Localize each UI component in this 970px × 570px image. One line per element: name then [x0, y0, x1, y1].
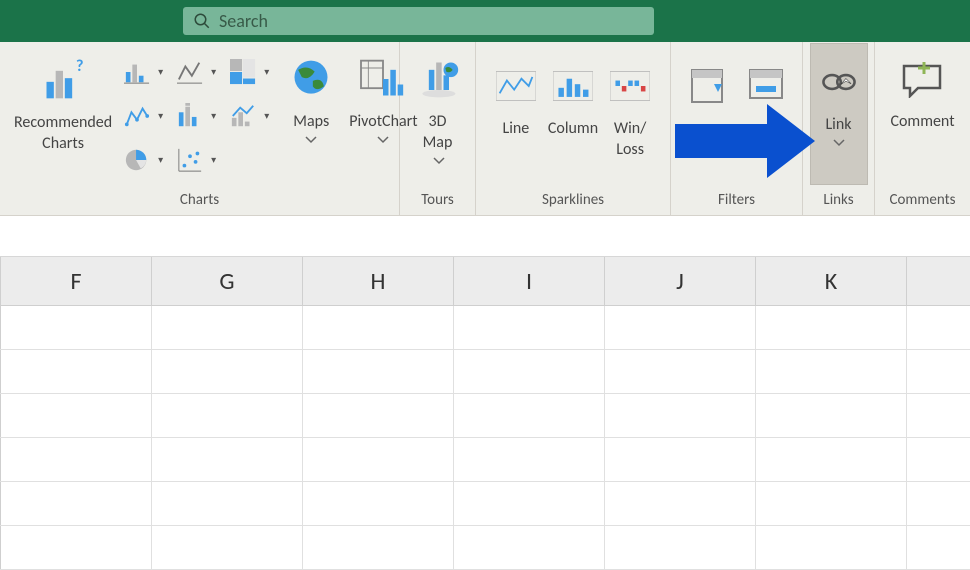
sparkline-winloss-label: Win/ Loss	[614, 118, 647, 160]
search-icon	[193, 12, 211, 30]
grid-row	[0, 350, 970, 394]
hierarchy-chart-icon	[230, 59, 256, 85]
insert-pie-chart-button[interactable]: ▾	[124, 142, 163, 178]
maps-label: Maps	[293, 111, 329, 132]
timeline-button[interactable]	[742, 50, 790, 178]
slicer-button[interactable]	[684, 50, 732, 178]
col-header[interactable]: L	[907, 257, 970, 305]
search-box[interactable]: Search	[183, 7, 654, 35]
sparklines-group-label: Sparklines	[476, 185, 670, 215]
waterfall-chart-icon	[124, 103, 150, 129]
sparkline-column-label: Column	[548, 118, 598, 139]
grid-row	[0, 438, 970, 482]
col-header[interactable]: F	[1, 257, 152, 305]
sparkline-line-button[interactable]: Line	[492, 50, 540, 178]
comment-label: Comment	[890, 111, 954, 132]
recommended-charts-icon: ?	[41, 58, 85, 102]
globe-icon	[289, 57, 333, 101]
recommended-charts-label: Recommended Charts	[14, 112, 112, 154]
chart-types-grid: ▾ ▾ ▾ ▾ ▾ ▾ ▾	[120, 50, 281, 178]
col-header[interactable]: H	[303, 257, 454, 305]
recommended-charts-button[interactable]: ? Recommended Charts	[6, 44, 120, 184]
group-sparklines: Line Column Win/ Loss Sparklines	[476, 42, 671, 215]
3d-map-icon	[416, 57, 460, 101]
insert-combo-chart-button[interactable]: ▾	[230, 98, 269, 134]
col-header[interactable]: J	[605, 257, 756, 305]
title-bar: Search	[0, 0, 970, 42]
group-charts: ? Recommended Charts ▾ ▾ ▾ ▾	[0, 42, 400, 215]
comments-group-label: Comments	[875, 185, 970, 215]
sparkline-column-button[interactable]: Column	[544, 50, 602, 178]
pie-chart-icon	[124, 147, 150, 173]
sparkline-column-icon	[553, 70, 593, 102]
tours-group-label: Tours	[400, 185, 475, 215]
comment-button[interactable]: Comment	[882, 43, 962, 185]
insert-line-chart-button[interactable]: ▾	[177, 54, 216, 90]
column-header-row: F G H I J K L	[0, 256, 970, 306]
slicer-icon	[688, 66, 728, 106]
sparkline-winloss-button[interactable]: Win/ Loss	[606, 50, 654, 178]
insert-scatter-chart-button[interactable]: ▾	[177, 142, 216, 178]
statistic-chart-icon	[177, 103, 203, 129]
combo-chart-icon	[230, 103, 256, 129]
grid-row	[0, 394, 970, 438]
insert-hierarchy-chart-button[interactable]: ▾	[230, 54, 269, 90]
grid-area[interactable]	[0, 306, 970, 570]
svg-text:?: ?	[76, 58, 84, 76]
line-chart-icon	[177, 59, 203, 85]
chevron-down-icon	[377, 136, 389, 144]
group-comments: Comment Comments	[875, 42, 970, 215]
col-header[interactable]: I	[454, 257, 605, 305]
grid-row	[0, 482, 970, 526]
link-icon	[820, 67, 858, 97]
insert-statistic-chart-button[interactable]: ▾	[177, 98, 216, 134]
chevron-down-icon	[833, 139, 845, 147]
insert-column-chart-button[interactable]: ▾	[124, 54, 163, 90]
group-filters: Filters	[671, 42, 803, 215]
timeline-icon	[746, 66, 786, 106]
maps-button[interactable]: Maps	[281, 43, 341, 185]
chevron-down-icon	[433, 157, 445, 165]
sparkline-line-label: Line	[502, 118, 529, 139]
grid-row	[0, 306, 970, 350]
ribbon: ? Recommended Charts ▾ ▾ ▾ ▾	[0, 42, 970, 216]
comment-icon	[900, 60, 944, 98]
link-button[interactable]: Link	[810, 43, 868, 185]
link-label: Link	[825, 114, 851, 135]
scatter-chart-icon	[177, 147, 203, 173]
search-placeholder: Search	[219, 10, 268, 32]
column-chart-icon	[124, 59, 150, 85]
insert-waterfall-chart-button[interactable]: ▾	[124, 98, 163, 134]
col-header[interactable]: K	[756, 257, 907, 305]
charts-group-label: Charts	[0, 185, 399, 215]
group-tours: 3D Map Tours	[400, 42, 476, 215]
col-header[interactable]: G	[152, 257, 303, 305]
filters-group-label: Filters	[671, 185, 802, 215]
3d-map-button[interactable]: 3D Map	[408, 43, 468, 185]
sparkline-line-icon	[496, 70, 536, 102]
chevron-down-icon	[305, 136, 317, 144]
sparkline-winloss-icon	[610, 70, 650, 102]
3d-map-label: 3D Map	[423, 111, 453, 153]
group-links: Link Links	[803, 42, 875, 215]
grid-row	[0, 526, 970, 570]
links-group-label: Links	[803, 185, 874, 215]
